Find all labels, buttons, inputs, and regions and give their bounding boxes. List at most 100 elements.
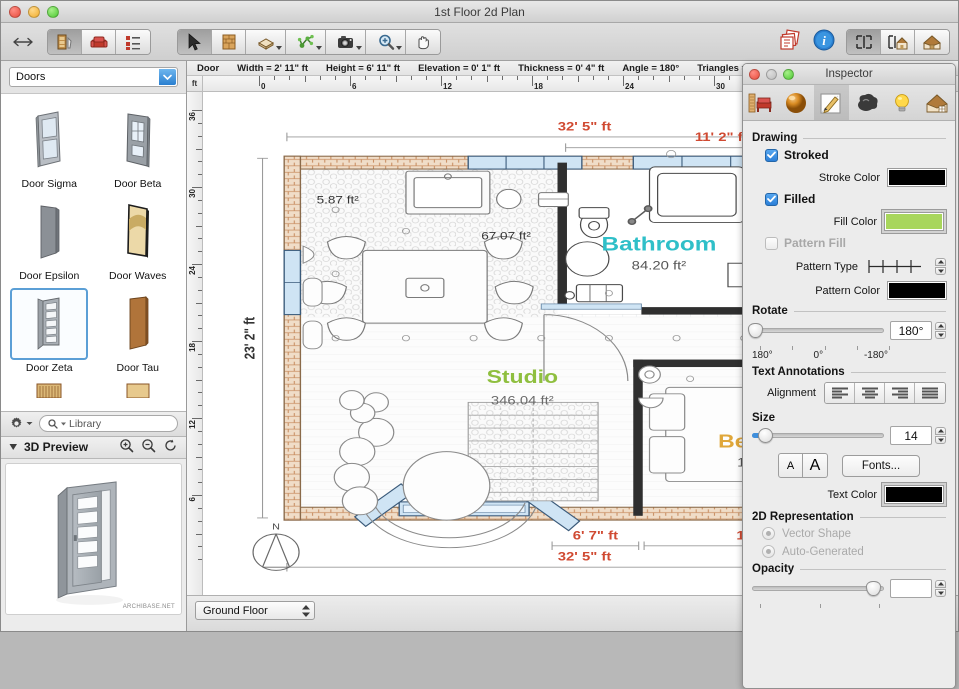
disclosure-triangle-icon	[9, 443, 18, 451]
ruler-tick	[196, 149, 202, 150]
vector-shape-option[interactable]: Vector Shape	[762, 527, 946, 540]
opacity-value-field[interactable]	[890, 579, 932, 598]
align-left-button[interactable]	[825, 383, 855, 403]
text-color-well[interactable]	[885, 486, 943, 503]
inspector-tab-render[interactable]	[849, 85, 884, 120]
library-item[interactable]: Door Epsilon	[5, 192, 94, 284]
ruler-number: 12	[188, 420, 197, 429]
zoom-in-icon[interactable]	[119, 438, 134, 456]
filled-row[interactable]: Filled	[765, 192, 946, 206]
view-3d-button[interactable]	[915, 30, 949, 54]
rotate-icon[interactable]	[163, 438, 178, 456]
rotate-max-label: -180°	[864, 350, 888, 361]
pattern-type-row: Pattern Type	[752, 257, 946, 276]
align-center-button[interactable]	[855, 383, 885, 403]
rotate-slider-knob[interactable]	[748, 323, 763, 338]
rotate-stepper[interactable]	[935, 322, 946, 339]
chevron-down-icon[interactable]	[159, 69, 176, 85]
fonts-button[interactable]: Fonts...	[842, 455, 920, 477]
pattern-type-stepper[interactable]	[935, 258, 946, 275]
font-smaller-button[interactable]: A	[778, 453, 803, 478]
objects-browser-button[interactable]	[48, 30, 82, 54]
pattern-type-preview[interactable]	[866, 257, 924, 276]
align-justify-button[interactable]	[915, 383, 945, 403]
font-larger-label: A	[810, 457, 821, 475]
search-input[interactable]: Library	[39, 415, 178, 432]
view-2d-button[interactable]	[847, 30, 881, 54]
library-item[interactable]	[94, 376, 183, 398]
wall-tool-button[interactable]	[212, 30, 246, 54]
door-waves-thumbnail	[99, 196, 177, 268]
library-item-label: Door Beta	[114, 178, 161, 190]
inspector-tab-material[interactable]	[778, 85, 813, 120]
preview-3d-view[interactable]: ARCHIBASE.NET	[5, 463, 182, 615]
furniture-browser-button[interactable]	[82, 30, 116, 54]
pattern-type-label: Pattern Type	[796, 261, 858, 273]
zoom-tool-button[interactable]	[366, 30, 406, 54]
ruler-tick	[274, 76, 275, 80]
pattern-color-well[interactable]	[888, 282, 946, 299]
filled-checkbox[interactable]	[765, 193, 778, 206]
library-grid[interactable]: Door Sigma Door Beta	[1, 94, 186, 411]
svg-text:N: N	[272, 523, 280, 533]
auto-generated-option[interactable]: Auto-Generated	[762, 545, 946, 558]
svg-text:23' 2" ft: 23' 2" ft	[241, 316, 258, 359]
view-2d-3d-button[interactable]	[881, 30, 915, 54]
ruler-tick	[714, 76, 715, 86]
size-slider-knob[interactable]	[758, 428, 773, 443]
opacity-slider[interactable]	[752, 580, 884, 598]
zoom-out-icon[interactable]	[141, 438, 156, 456]
stroke-color-well[interactable]	[888, 169, 946, 186]
double-arrow-icon[interactable]	[9, 37, 37, 47]
font-larger-button[interactable]: A	[803, 453, 828, 478]
pan-tool-button[interactable]	[406, 30, 440, 54]
layers-stack-icon[interactable]	[778, 28, 802, 55]
svg-text:Studio: Studio	[487, 367, 558, 387]
inspector-tab-building[interactable]	[920, 85, 955, 120]
inspector-tab-object[interactable]	[743, 85, 778, 120]
library-item-selected[interactable]: Door Zeta	[5, 284, 94, 376]
section-rotate: Rotate	[752, 305, 946, 317]
size-stepper[interactable]	[935, 427, 946, 444]
camera-tool-button[interactable]	[326, 30, 366, 54]
inspector-tab-light[interactable]	[884, 85, 919, 120]
opacity-stepper[interactable]	[935, 580, 946, 597]
library-item[interactable]	[5, 376, 94, 398]
inspector-tabs	[743, 85, 955, 121]
vector-shape-radio[interactable]	[762, 527, 775, 540]
pattern-fill-checkbox[interactable]	[765, 237, 778, 250]
stroked-checkbox[interactable]	[765, 149, 778, 162]
ruler-tick	[198, 521, 202, 522]
section-opacity: Opacity	[752, 563, 946, 575]
library-item[interactable]: Door Sigma	[5, 100, 94, 192]
library-item[interactable]: Door Tau	[94, 284, 183, 376]
search-placeholder: Library	[69, 418, 101, 430]
stroke-color-row: Stroke Color	[752, 169, 946, 186]
browser-mode-group	[47, 29, 151, 55]
rotate-value-field[interactable]: 180°	[890, 321, 932, 340]
library-item-label: Door Tau	[117, 362, 159, 374]
size-value-field[interactable]: 14	[890, 426, 932, 445]
size-slider[interactable]	[752, 427, 884, 445]
list-browser-button[interactable]	[116, 30, 150, 54]
select-tool-button[interactable]	[178, 30, 212, 54]
gear-icon[interactable]	[9, 416, 33, 431]
inspector-tab-drawing[interactable]	[814, 85, 849, 120]
library-item[interactable]: Door Beta	[94, 100, 183, 192]
floor-tool-button[interactable]	[246, 30, 286, 54]
rotate-slider[interactable]	[752, 322, 884, 340]
fill-color-well[interactable]	[885, 213, 943, 230]
align-right-button[interactable]	[885, 383, 915, 403]
objects-tool-button[interactable]	[286, 30, 326, 54]
category-combobox[interactable]: Doors	[9, 67, 178, 87]
opacity-slider-knob[interactable]	[866, 581, 881, 596]
library-item-label: Door Epsilon	[19, 270, 79, 282]
vertical-ruler[interactable]: 36302418126	[187, 92, 203, 595]
info-circle-icon[interactable]: i	[812, 28, 836, 55]
pattern-fill-row[interactable]: Pattern Fill	[765, 236, 946, 250]
stroked-row[interactable]: Stroked	[765, 148, 946, 162]
door-tau-thumbnail	[99, 288, 177, 360]
library-item[interactable]: Door Waves	[94, 192, 183, 284]
floor-selector[interactable]: Ground Floor	[195, 601, 315, 620]
auto-generated-radio[interactable]	[762, 545, 775, 558]
